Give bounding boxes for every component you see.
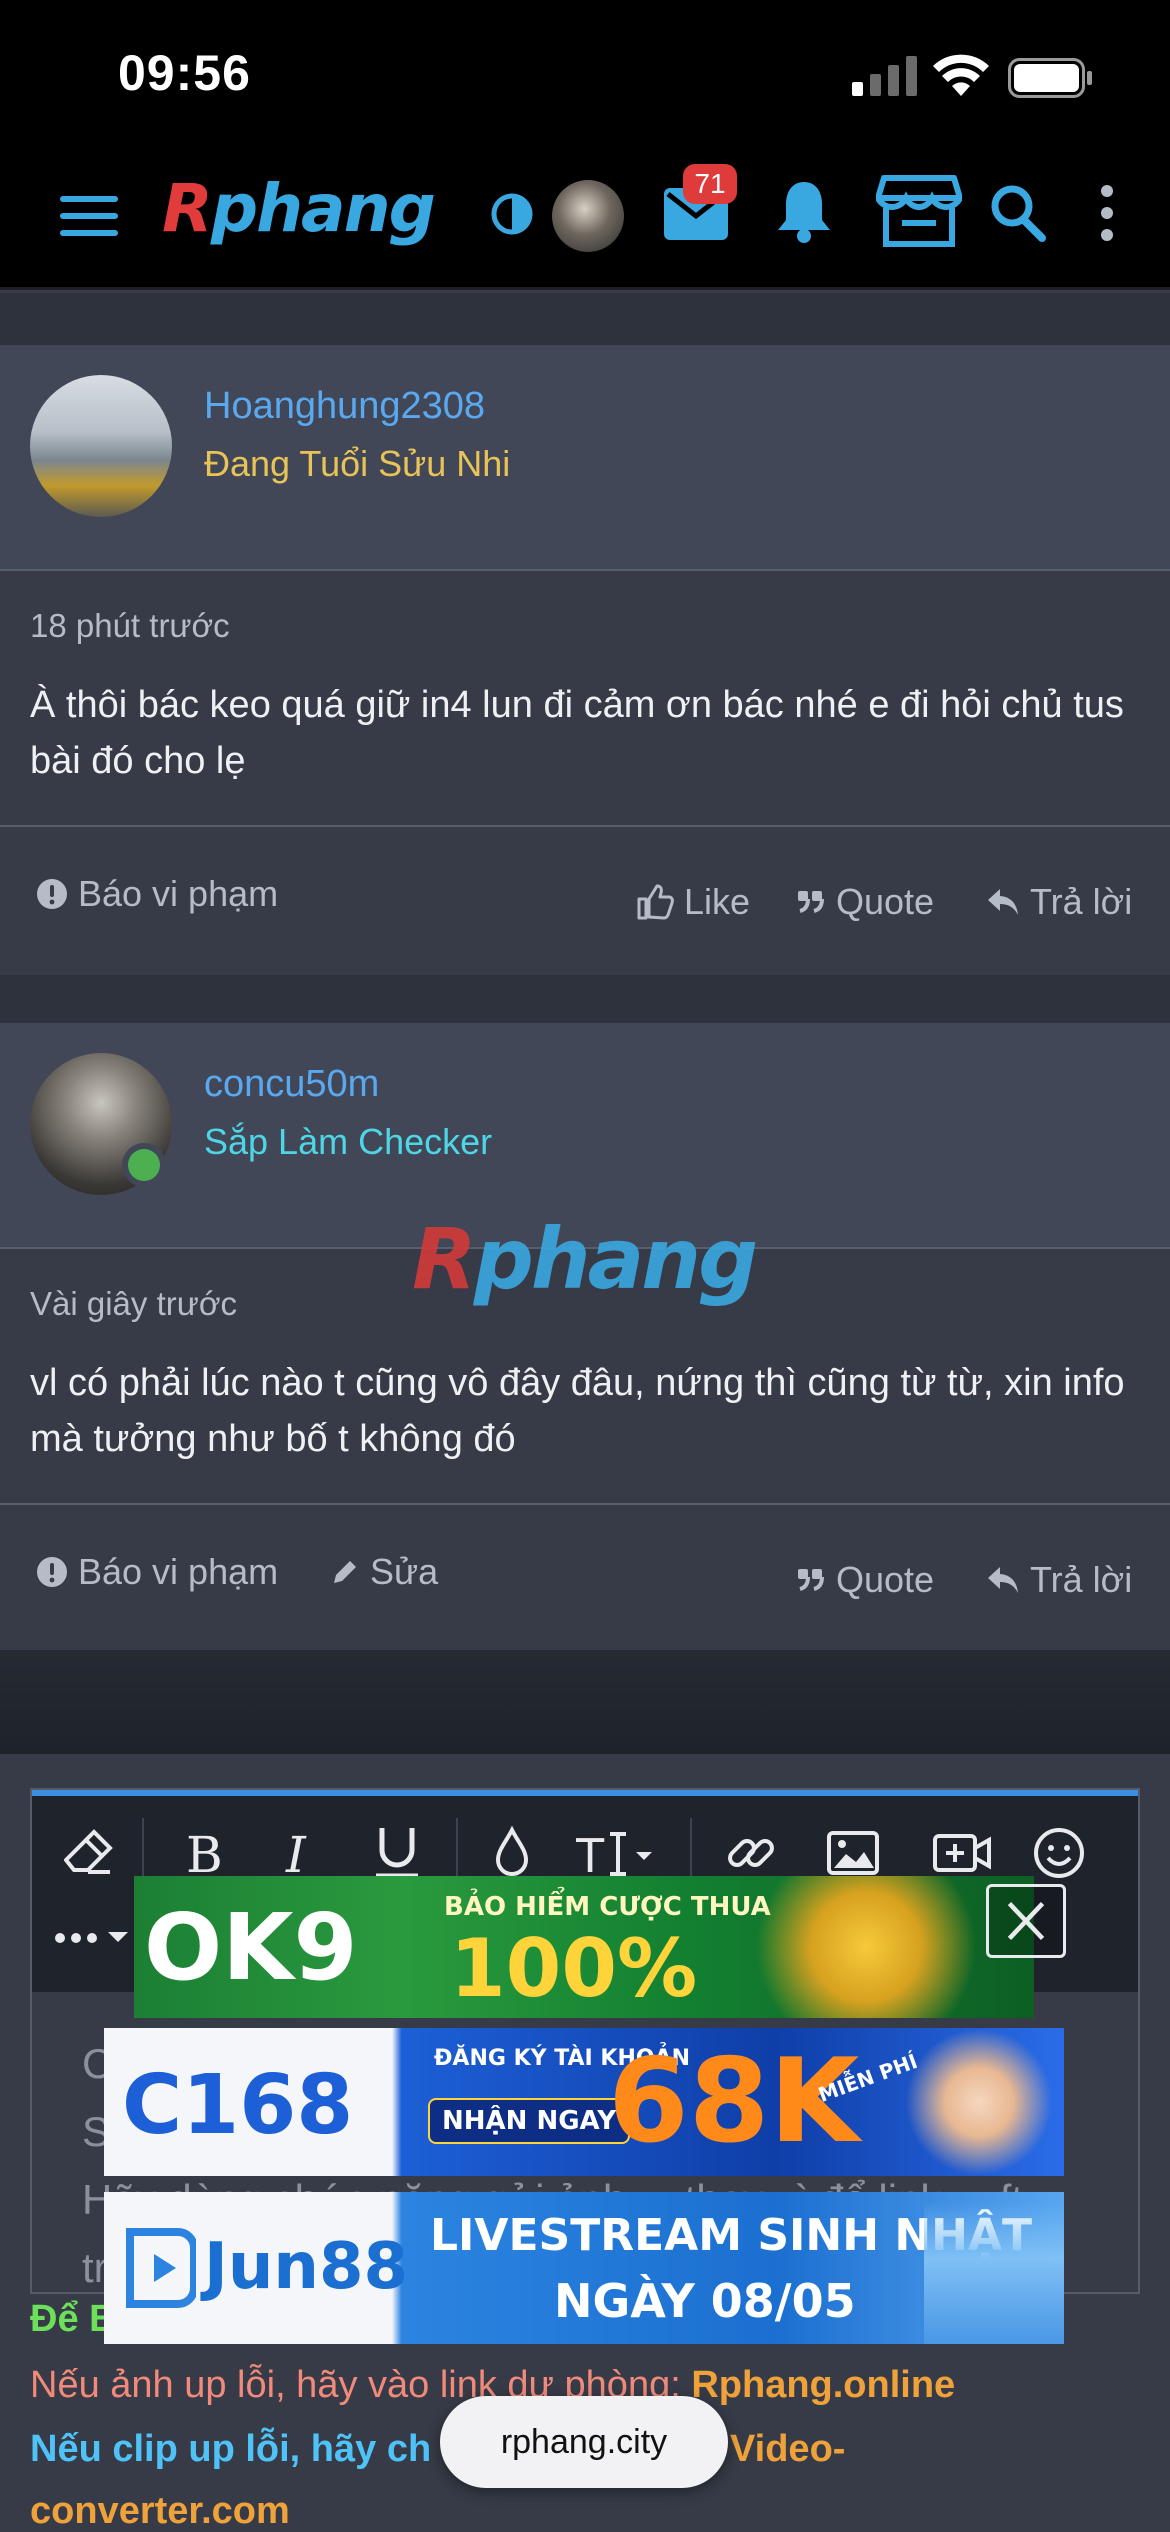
reply-label: Trả lời bbox=[1030, 1559, 1133, 1600]
quote-button[interactable]: Quote bbox=[796, 1559, 934, 1601]
post-author-header: Hoanghung2308 Đang Tuổi Sửu Nhi bbox=[0, 345, 1170, 571]
quote-icon bbox=[798, 1569, 824, 1591]
cellular-signal-icon bbox=[852, 56, 917, 96]
post-card: Hoanghung2308 Đang Tuổi Sửu Nhi 18 phút … bbox=[0, 345, 1170, 975]
site-watermark: Rphang bbox=[412, 1210, 759, 1308]
browser-url-pill[interactable]: rphang.city bbox=[440, 2396, 728, 2488]
reply-arrow-icon bbox=[988, 889, 1018, 915]
thumbs-up-icon bbox=[637, 884, 674, 920]
post-timestamp[interactable]: 18 phút trước bbox=[30, 607, 230, 645]
watermark-r: R bbox=[412, 1210, 477, 1308]
reply-button[interactable]: Trả lời bbox=[986, 1559, 1132, 1601]
edit-label: Sửa bbox=[370, 1551, 439, 1592]
author-username[interactable]: concu50m bbox=[204, 1063, 379, 1106]
emoji-icon[interactable] bbox=[1032, 1826, 1086, 1880]
spacer bbox=[0, 293, 1170, 345]
link-icon[interactable] bbox=[724, 1826, 778, 1880]
author-avatar[interactable] bbox=[30, 375, 172, 517]
ad-ok9-headline: BẢO HIỂM CƯỢC THUA bbox=[444, 1892, 771, 1922]
status-bar: 09:56 bbox=[0, 0, 1170, 140]
pencil-icon bbox=[334, 1561, 356, 1583]
bold-icon[interactable]: B bbox=[180, 1826, 230, 1880]
ad-jun88-cake-image bbox=[924, 2202, 1064, 2344]
post-actions: Báo vi phạm Like Quote Trả lời bbox=[0, 825, 1170, 975]
watermark-phang: phang bbox=[473, 1210, 759, 1308]
store-icon[interactable] bbox=[876, 174, 962, 248]
post-body: vl có phải lúc nào t cũng vô đây đâu, nứ… bbox=[30, 1362, 1125, 1460]
text-size-icon[interactable]: T bbox=[576, 1826, 656, 1880]
reply-button[interactable]: Trả lời bbox=[986, 881, 1132, 923]
video-converter-link-cont[interactable]: converter.com bbox=[30, 2490, 290, 2532]
author-username[interactable]: Hoanghung2308 bbox=[204, 385, 485, 428]
more-vertical-icon[interactable] bbox=[1098, 184, 1116, 242]
svg-text:B: B bbox=[186, 1826, 223, 1880]
wifi-icon bbox=[933, 54, 989, 96]
search-icon[interactable] bbox=[990, 184, 1046, 242]
backup-image-link[interactable]: Rphang.online bbox=[691, 2364, 955, 2406]
close-ad-icon[interactable] bbox=[986, 1884, 1066, 1958]
italic-icon[interactable]: I bbox=[278, 1826, 322, 1880]
hamburger-menu-icon[interactable] bbox=[60, 194, 118, 238]
svg-text:I: I bbox=[285, 1826, 307, 1880]
image-icon[interactable] bbox=[826, 1828, 880, 1878]
edit-button[interactable]: Sửa bbox=[330, 1551, 438, 1593]
quote-label: Quote bbox=[836, 1559, 935, 1600]
warning-icon bbox=[37, 1557, 67, 1587]
logo-r: R bbox=[162, 170, 213, 247]
ad-banner-jun88[interactable]: Jun88 LIVESTREAM SINH NHẬT NGÀY 08/05 bbox=[104, 2192, 1064, 2344]
user-avatar[interactable] bbox=[552, 180, 624, 252]
logo-phang: phang bbox=[210, 170, 436, 247]
online-status-icon bbox=[122, 1143, 166, 1187]
author-title: Đang Tuổi Sửu Nhi bbox=[204, 443, 511, 484]
jun88-logo-icon bbox=[126, 2228, 196, 2308]
svg-text:T: T bbox=[576, 1829, 605, 1880]
reply-label: Trả lời bbox=[1030, 881, 1133, 922]
ad-ok9-brand: OK9 bbox=[144, 1894, 358, 2001]
inbox-badge: 71 bbox=[683, 164, 737, 204]
text-color-drop-icon[interactable] bbox=[492, 1826, 532, 1880]
ad-c168-brand: C168 bbox=[122, 2058, 354, 2153]
ad-ok9-big: 100% bbox=[450, 1922, 698, 2015]
ad-c168-model-image bbox=[894, 2028, 1064, 2176]
spacer bbox=[0, 975, 1170, 1023]
eraser-icon[interactable] bbox=[60, 1826, 114, 1880]
reply-arrow-icon bbox=[988, 1567, 1018, 1593]
report-label: Báo vi phạm bbox=[78, 873, 279, 914]
ad-jun88-brand: Jun88 bbox=[204, 2230, 408, 2304]
ad-banner-ok9[interactable]: OK9 BẢO HIỂM CƯỢC THUA 100% bbox=[134, 1876, 1034, 2018]
post-timestamp[interactable]: Vài giây trước bbox=[30, 1285, 237, 1323]
ad-c168-cta: NHẬN NGAY bbox=[428, 2098, 631, 2144]
report-label: Báo vi phạm bbox=[78, 1551, 279, 1592]
post-card: concu50m Sắp Làm Checker Vài giây trước … bbox=[0, 1023, 1170, 1650]
author-title: Sắp Làm Checker bbox=[204, 1121, 493, 1162]
notification-bell-icon[interactable] bbox=[776, 180, 832, 244]
like-button[interactable]: Like bbox=[636, 881, 750, 923]
ad-jun88-date: NGÀY 08/05 bbox=[554, 2274, 856, 2328]
quote-label: Quote bbox=[836, 881, 935, 922]
site-logo[interactable]: Rphang bbox=[162, 170, 436, 247]
quote-icon bbox=[798, 891, 824, 913]
top-navbar: Rphang 71 bbox=[0, 140, 1170, 290]
video-add-icon[interactable] bbox=[932, 1828, 992, 1878]
report-button[interactable]: Báo vi phạm bbox=[36, 1551, 278, 1593]
more-options-icon[interactable] bbox=[52, 1918, 130, 1958]
video-converter-link[interactable]: Video- bbox=[730, 2428, 845, 2471]
quote-button[interactable]: Quote bbox=[796, 881, 934, 923]
like-label: Like bbox=[684, 881, 751, 922]
post-actions: Báo vi phạm Sửa Quote Trả lời bbox=[0, 1503, 1170, 1653]
underline-icon[interactable] bbox=[372, 1824, 422, 1882]
warning-icon bbox=[37, 879, 67, 909]
clip-error-text: Nếu clip up lỗi, hãy ch bbox=[30, 2428, 432, 2470]
status-time: 09:56 bbox=[118, 45, 251, 101]
report-button[interactable]: Báo vi phạm bbox=[36, 873, 278, 915]
ad-banner-c168[interactable]: C168 ĐĂNG KÝ TÀI KHOẢN NHẬN NGAY 68K MIỄ… bbox=[104, 2028, 1064, 2176]
info-line-3: Nếu clip up lỗi, hãy ch Video- bbox=[30, 2428, 845, 2471]
post-body: À thôi bác keo quá giữ in4 lun đi cảm ơn… bbox=[30, 684, 1124, 782]
theme-toggle-icon[interactable] bbox=[490, 192, 534, 236]
battery-icon bbox=[1008, 58, 1092, 98]
section-divider bbox=[0, 1650, 1170, 1754]
